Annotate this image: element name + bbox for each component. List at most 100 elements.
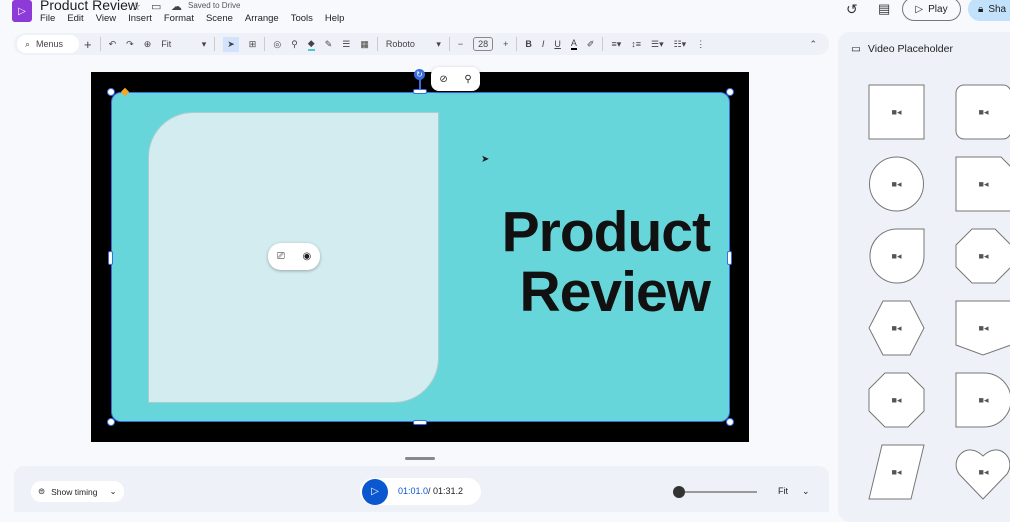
highlight-icon[interactable]: ✐ — [587, 39, 595, 50]
menu-search[interactable]: ⌕ Menus — [17, 35, 79, 53]
more-icon[interactable]: ⋮ — [696, 39, 705, 50]
bullet-list-icon[interactable]: ☰▾ — [651, 39, 664, 50]
resize-handle[interactable] — [726, 418, 734, 426]
lock-icon: 🔒︎ — [978, 3, 984, 15]
fill-color-icon[interactable]: ◆ — [307, 38, 315, 51]
video-actions: ⎚ ◉ — [268, 243, 320, 270]
shape-option-heart[interactable]: ■◂ — [955, 444, 1010, 500]
comment-icon[interactable]: ▤ — [878, 1, 890, 17]
menu-help[interactable]: Help — [325, 13, 345, 24]
timing-icon: ⊜ — [38, 486, 46, 496]
camera-swap-icon[interactable]: ⎚ — [277, 251, 285, 262]
collapse-icon[interactable]: ⌃ — [809, 39, 817, 50]
resize-handle[interactable] — [726, 88, 734, 96]
menu-edit[interactable]: Edit — [67, 13, 83, 24]
resize-handle[interactable] — [727, 251, 732, 265]
folder-icon[interactable]: ▭ — [151, 0, 161, 13]
timeline-zoom-select[interactable]: Fit ⌄ — [778, 486, 810, 497]
search-icon: ⌕ — [25, 38, 31, 49]
shape-option-octagon[interactable]: ■◂ — [955, 228, 1010, 284]
bold-icon[interactable]: B — [525, 39, 532, 49]
history-icon[interactable]: ↺ — [846, 1, 858, 18]
chevron-down-icon: ⌄ — [109, 486, 117, 496]
shape-option-half-round[interactable]: ■◂ — [955, 372, 1010, 428]
increase-size-icon[interactable]: + — [503, 39, 508, 49]
play-pause-button[interactable]: ▷ — [362, 479, 388, 505]
text-color-icon[interactable]: A — [570, 38, 577, 50]
add-comment-icon[interactable]: ⊞ — [249, 39, 257, 50]
slide-title[interactable]: Product Review — [502, 202, 711, 322]
panel-header: ▭ Video Placeholder — [851, 43, 953, 55]
app-logo[interactable]: ▷ — [12, 0, 32, 22]
star-icon[interactable]: ☆ — [131, 0, 141, 13]
menu-format[interactable]: Format — [164, 13, 194, 24]
doc-title[interactable]: Product Review — [40, 0, 138, 13]
show-timing-button[interactable]: ⊜ Show timing ⌄ — [31, 481, 124, 502]
border-weight-icon[interactable]: ☰ — [342, 39, 350, 50]
video-camera-icon: ■◂ — [978, 322, 989, 333]
video-camera-icon: ■◂ — [978, 178, 989, 189]
paint-format-icon[interactable]: ⚲ — [291, 39, 298, 50]
video-camera-icon: ■◂ — [978, 394, 989, 405]
palette-icon[interactable]: ◎ — [273, 39, 281, 50]
paint-roller-icon[interactable]: ⚲ — [464, 74, 471, 85]
resize-handle[interactable] — [107, 88, 115, 96]
shape-option-rounded-square[interactable]: ■◂ — [955, 84, 1010, 140]
chevron-down-icon: ⌄ — [802, 486, 810, 496]
menu-arrange[interactable]: Arrange — [245, 13, 279, 24]
zoom-select[interactable]: Fit ▾ — [161, 39, 206, 50]
panel-drag-handle[interactable] — [405, 457, 435, 460]
numbered-list-icon[interactable]: ☷▾ — [674, 39, 687, 50]
zoom-icon[interactable]: ⊕ — [144, 39, 152, 50]
cloud-icon: ☁ — [171, 1, 182, 13]
shape-option-circle[interactable]: ■◂ — [868, 156, 925, 212]
italic-icon[interactable]: I — [542, 39, 545, 49]
shape-option-parallelogram[interactable]: ■◂ — [868, 444, 925, 500]
shape-option-pentagon-arrow[interactable]: ■◂ — [955, 300, 1010, 356]
video-camera-icon: ■◂ — [978, 106, 989, 117]
zoom-slider[interactable] — [680, 491, 757, 493]
resize-handle[interactable] — [107, 418, 115, 426]
save-status: Saved to Drive — [188, 1, 241, 10]
undo-icon[interactable]: ↶ — [109, 39, 117, 50]
border-dash-icon[interactable]: ▦ — [360, 39, 369, 50]
align-icon[interactable]: ≡▾ — [611, 39, 621, 50]
shape-option-snipped-rect[interactable]: ■◂ — [955, 156, 1010, 212]
shape-quick-actions: ⊘ ⚲ — [431, 67, 480, 91]
zoom-slider-thumb[interactable] — [673, 486, 685, 498]
border-color-icon[interactable]: ✎ — [325, 39, 333, 50]
menu-tools[interactable]: Tools — [291, 13, 313, 24]
mouse-cursor: ➤ — [481, 154, 490, 165]
menu-scene[interactable]: Scene — [206, 13, 233, 24]
record-icon[interactable]: ◉ — [302, 251, 311, 262]
font-select[interactable]: Roboto ▾ — [386, 39, 441, 50]
decrease-size-icon[interactable]: − — [458, 39, 463, 49]
video-camera-icon: ■◂ — [891, 178, 902, 189]
menu-view[interactable]: View — [96, 13, 116, 24]
select-tool-icon[interactable]: ➤ — [223, 36, 239, 52]
shape-option-teardrop[interactable]: ■◂ — [868, 228, 925, 284]
shape-option-square[interactable]: ■◂ — [868, 84, 925, 140]
shape-option-octagon[interactable]: ■◂ — [868, 372, 925, 428]
video-camera-icon: ■◂ — [891, 466, 902, 477]
toolbar: ⌕ Menus + ↶ ↷ ⊕ Fit ▾ ➤ ⊞ ◎ ⚲ ◆ ✎ ☰ ▦ Robo… — [14, 33, 829, 55]
crop-icon[interactable]: ⊘ — [439, 74, 447, 85]
resize-handle[interactable] — [413, 420, 427, 425]
dropdown-icon: ▾ — [201, 38, 207, 49]
video-camera-icon: ■◂ — [891, 394, 902, 405]
font-size-input[interactable]: 28 — [473, 37, 494, 51]
menu-file[interactable]: File — [40, 13, 55, 24]
dropdown-icon: ▾ — [436, 38, 441, 49]
video-icon: ▭ — [851, 43, 861, 55]
redo-icon[interactable]: ↷ — [126, 39, 134, 50]
underline-icon[interactable]: U — [554, 39, 561, 49]
add-icon[interactable]: + — [84, 37, 92, 52]
rotate-handle[interactable]: ↻ — [414, 69, 425, 80]
share-button[interactable]: 🔒︎ Sha — [968, 0, 1010, 21]
menu-insert[interactable]: Insert — [128, 13, 152, 24]
video-camera-icon: ■◂ — [978, 466, 989, 477]
resize-handle[interactable] — [108, 251, 113, 265]
line-spacing-icon[interactable]: ↕≡ — [631, 39, 641, 49]
shape-option-hexagon[interactable]: ■◂ — [868, 300, 925, 356]
play-button[interactable]: ▷ Play — [902, 0, 961, 21]
